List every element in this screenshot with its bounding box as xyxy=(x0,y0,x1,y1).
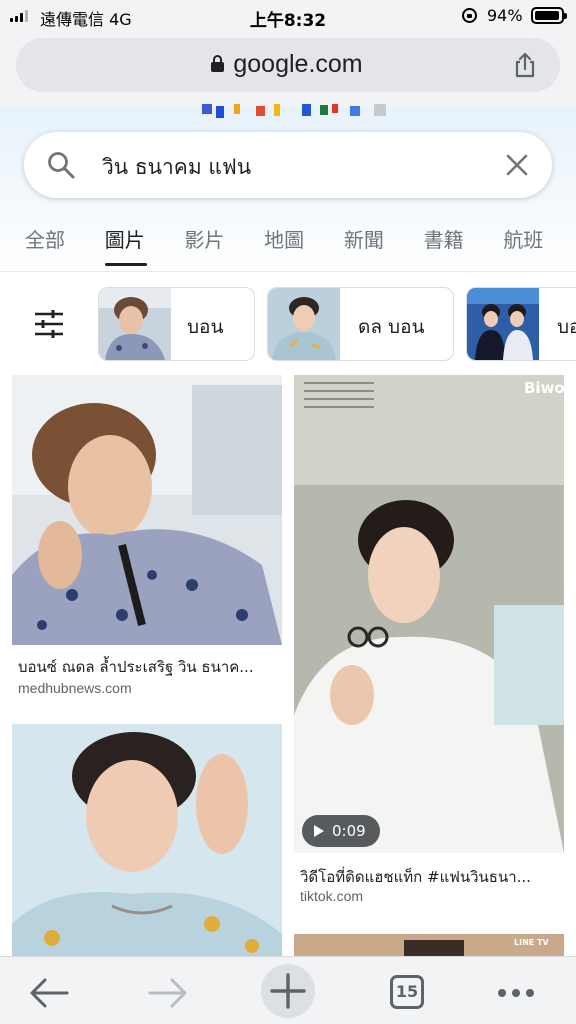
close-icon[interactable] xyxy=(504,152,530,178)
result-title[interactable]: บอนซ์ ณดล ล้ำประเสริฐ วิน ธนาค... xyxy=(18,655,280,679)
url-text: google.com xyxy=(233,50,363,78)
tab-books[interactable]: 書籍 xyxy=(417,220,497,266)
chip-thumbnail xyxy=(467,288,539,360)
tab-images[interactable]: 圖片 xyxy=(98,220,178,266)
search-icon[interactable] xyxy=(46,150,76,180)
related-chip[interactable]: บอ xyxy=(466,287,576,361)
search-tabs: 全部 圖片 影片 地圖 新聞 書籍 航班 xyxy=(0,220,576,272)
tab-news[interactable]: 新聞 xyxy=(337,220,417,266)
browser-toolbar: 15 xyxy=(0,956,576,1024)
result-source[interactable]: tiktok.com xyxy=(300,888,363,904)
image-result-card[interactable]: บอนซ์ ณดล ล้ำประเสริฐ วิน ธนาค... medhub… xyxy=(12,375,282,705)
tab-videos[interactable]: 影片 xyxy=(177,220,257,266)
related-chip[interactable]: ดล บอน xyxy=(267,287,454,361)
result-image[interactable] xyxy=(294,375,564,853)
rotation-lock-icon xyxy=(462,8,477,23)
tab-flights[interactable]: 航班 xyxy=(496,220,576,266)
share-icon[interactable] xyxy=(512,52,538,78)
chip-thumbnail xyxy=(268,288,340,360)
more-icon[interactable] xyxy=(488,965,544,1021)
image-result-card[interactable] xyxy=(12,724,282,956)
watermark-label: LINE TV xyxy=(514,938,549,947)
chip-label: ดล บอน xyxy=(358,316,425,338)
result-image[interactable] xyxy=(12,375,282,645)
search-header: วิน ธนาคม แฟน 全部 圖片 影片 地圖 新聞 書籍 航班 xyxy=(0,104,576,272)
image-result-card[interactable]: LINE TV xyxy=(294,934,564,956)
image-result-card[interactable]: 0:09 Biwo วิดีโอที่ดิดแฮชแท็ก #แฟนวินธนา… xyxy=(294,375,565,915)
status-bar: 遠傳電信 4G 上午8:32 94% xyxy=(0,0,576,34)
forward-arrow-icon[interactable] xyxy=(140,965,196,1021)
google-doodle[interactable] xyxy=(200,104,400,120)
back-arrow-icon[interactable] xyxy=(21,965,77,1021)
chip-label: บอน xyxy=(187,316,224,338)
tab-switcher-button[interactable]: 15 xyxy=(390,975,424,1009)
video-duration-badge: 0:09 xyxy=(302,815,380,847)
result-source[interactable]: medhubnews.com xyxy=(18,680,132,696)
search-input[interactable]: วิน ธนาคม แฟน xyxy=(102,151,251,184)
tab-all[interactable]: 全部 xyxy=(18,220,98,266)
chip-label: บอ xyxy=(557,316,576,338)
result-image[interactable] xyxy=(12,724,282,956)
result-title[interactable]: วิดีโอที่ดิดแฮชแท็ก #แฟนวินธนา... xyxy=(300,865,562,889)
battery-percent: 94% xyxy=(487,6,523,25)
battery-icon xyxy=(531,7,567,24)
address-bar[interactable]: google.com xyxy=(16,38,560,92)
watermark-label: Biwo xyxy=(524,379,565,397)
related-chip[interactable]: บอน xyxy=(98,287,255,361)
divider xyxy=(0,271,576,272)
new-tab-plus-icon[interactable] xyxy=(260,963,316,1019)
filter-icon[interactable] xyxy=(33,310,65,338)
browser-url-area: google.com xyxy=(0,34,576,108)
chip-thumbnail xyxy=(99,288,171,360)
tab-maps[interactable]: 地圖 xyxy=(257,220,337,266)
search-box[interactable]: วิน ธนาคม แฟน xyxy=(24,132,552,198)
